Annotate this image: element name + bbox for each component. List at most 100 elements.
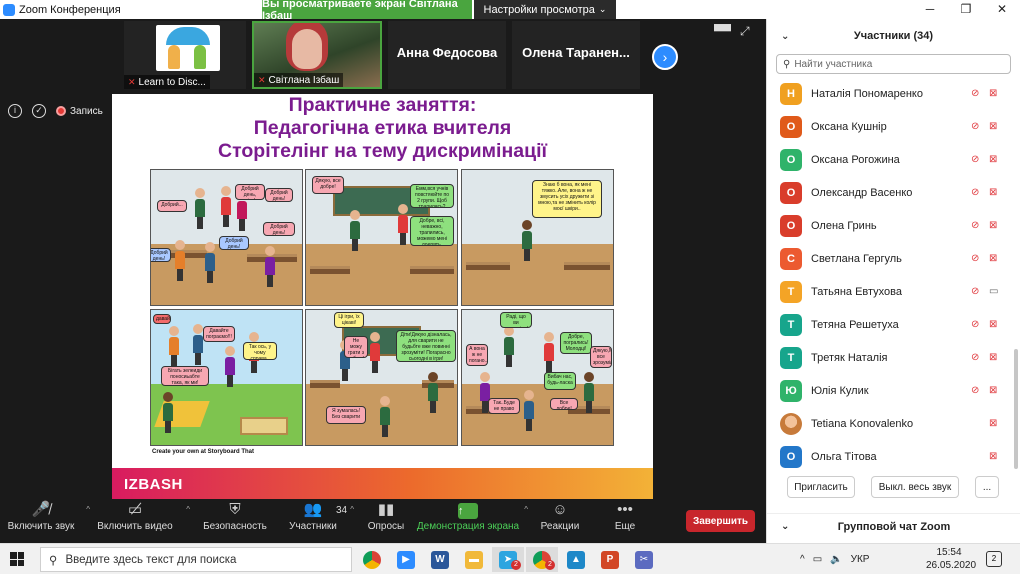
minimize-button[interactable]: ─ — [912, 0, 948, 19]
photos-icon[interactable]: ▲ — [560, 547, 592, 572]
app-badge: 2 — [511, 560, 521, 570]
participant-row[interactable]: О Ольга Тітова ⊠ — [767, 440, 1020, 473]
taskbar-clock[interactable]: 15:54 26.05.2020 — [926, 546, 976, 572]
participants-header: ⌄ Участники (34) — [767, 19, 1020, 53]
more-button[interactable]: ••• Еще — [600, 499, 650, 543]
comic-panel-5: Ці ігри, їх цікаві! Не можу грати з тобо… — [305, 309, 458, 446]
panel-more-button[interactable]: ... — [975, 476, 999, 498]
video-tile-anna[interactable]: Анна Федосова — [388, 21, 506, 89]
video-tile-svitlana[interactable]: ✕ Світлана Ізбаш — [252, 21, 382, 89]
muted-mic-icon: 🎤̸ — [31, 501, 51, 518]
brand-logo: IZBASH — [124, 476, 183, 493]
reactions-button[interactable]: ☺ Реакции — [532, 499, 588, 543]
participant-name: Олександр Васенко — [811, 186, 913, 199]
zoom-logo-icon — [3, 3, 15, 16]
chevron-down-icon[interactable]: ⌄ — [781, 521, 789, 532]
taskbar-search-placeholder: Введите здесь текст для поиска — [65, 553, 237, 566]
participant-row[interactable]: Н Наталія Пономаренко ⊘ ⊠ — [767, 77, 1020, 110]
participant-row[interactable]: О Оксана Кушнір ⊘ ⊠ — [767, 110, 1020, 143]
language-indicator[interactable]: УКР — [851, 554, 870, 565]
end-meeting-button[interactable]: Завершить — [686, 510, 755, 532]
avatar: О — [780, 148, 802, 171]
unmute-button[interactable]: 🎤̸ Включить звук ^ — [0, 499, 90, 543]
video-tile-learn[interactable]: ✕ Learn to Disc... — [124, 21, 246, 89]
video-off-icon: ⊠ — [989, 418, 998, 429]
maximize-button[interactable]: ❐ — [948, 0, 984, 19]
mute-all-button[interactable]: Выкл. весь звук — [871, 476, 959, 498]
recording-indicator[interactable]: Запись — [56, 106, 103, 117]
video-tile-olena[interactable]: Олена Таранен... — [512, 21, 640, 89]
participant-row[interactable]: О Оксана Рогожина ⊘ ⊠ — [767, 143, 1020, 176]
chat-header[interactable]: ⌄ Групповой чат Zoom — [767, 513, 1020, 539]
avatar: Т — [780, 346, 802, 369]
windows-taskbar: ⚲ Введите здесь текст для поиска ▶ W ▬ ➤ 2 2 ▲… — [0, 543, 1020, 574]
app-glyph: ✂ — [635, 550, 653, 569]
video-off-icon: ⊠ — [989, 88, 998, 99]
chevron-down-icon[interactable]: ⌄ — [781, 31, 789, 42]
invite-button[interactable]: Пригласить — [787, 476, 855, 498]
view-options-label: Настройки просмотра — [483, 3, 595, 16]
record-dot-icon — [56, 106, 66, 116]
participant-name: Юлія Кулик — [811, 384, 869, 397]
participant-name: Тетяна Решетуха — [811, 318, 899, 331]
avatar: О — [780, 445, 802, 468]
chevron-up-icon[interactable]: ^ — [350, 505, 354, 514]
start-video-button[interactable]: ▭̸ Включить видео ^ — [88, 499, 190, 543]
participant-row[interactable]: О Олена Гринь ⊘ ⊠ — [767, 209, 1020, 242]
participants-button[interactable]: 👥 34 Участники ^ — [280, 499, 354, 543]
chevron-right-icon[interactable]: › — [652, 44, 678, 70]
participant-row[interactable]: Т Третяк Наталія ⊘ ⊠ — [767, 341, 1020, 374]
zoom-icon[interactable]: ▶ — [390, 547, 422, 572]
telegram-icon[interactable]: ➤ 2 — [492, 547, 524, 572]
participant-name: Tetiana Konovalenko — [811, 417, 914, 430]
chrome2-icon[interactable]: 2 — [526, 547, 558, 572]
participant-row[interactable]: С Светлана Гергуль ⊘ ⊠ — [767, 242, 1020, 275]
tile-name: Олена Таранен... — [522, 45, 630, 60]
video-off-icon: ⊠ — [989, 319, 998, 330]
storyboard-credit: Create your own at Storyboard That — [152, 449, 255, 455]
panel-buttons: Пригласить Выкл. весь звук ... — [767, 476, 1020, 498]
explorer-icon[interactable]: ▬ — [458, 547, 490, 572]
participant-row[interactable]: Tetiana Konovalenko ⊠ — [767, 407, 1020, 440]
participant-row[interactable]: Т Тетяна Решетуха ⊘ ⊠ — [767, 308, 1020, 341]
volume-icon[interactable]: 🔈 — [830, 554, 842, 565]
share-screen-icon: ↑ — [458, 499, 478, 521]
snip-icon[interactable]: ✂ — [628, 547, 660, 572]
participant-row[interactable]: Ю Юлія Кулик ⊘ ⊠ — [767, 374, 1020, 407]
share-screen-button[interactable]: ↑ Демонстрация экрана ^ — [416, 499, 528, 543]
share-banner: Вы просматриваете экран Світлана Ізбаш — [262, 0, 472, 22]
participant-row[interactable]: Т Татьяна Евтухова ⊘ ▭ — [767, 275, 1020, 308]
security-button[interactable]: ⛨ Безопасность — [196, 499, 274, 543]
polls-button[interactable]: ▮▮ Опросы — [358, 499, 414, 543]
muted-mic-icon: ⊘ — [971, 352, 980, 363]
tray-chevron-icon[interactable]: ^ — [800, 554, 805, 565]
participants-count: 34 — [336, 505, 348, 516]
participant-list-scrollbar[interactable] — [1014, 349, 1018, 469]
shield-check-icon[interactable]: ✓ — [32, 104, 46, 118]
participants-panel: ⌄ Участники (34) ⚲ Найти участника Н Ната… — [766, 19, 1020, 543]
chrome-icon[interactable] — [356, 547, 388, 572]
gallery-view-icon[interactable]: ▀▀ — [714, 24, 731, 38]
participant-search-input[interactable]: ⚲ Найти участника — [776, 54, 1011, 74]
system-tray: ^ ▭ 🔈 УКР — [800, 544, 869, 574]
participant-row[interactable]: О Олександр Васенко ⊘ ⊠ — [767, 176, 1020, 209]
info-icon[interactable]: i — [8, 104, 22, 118]
tile-name: Анна Федосова — [396, 45, 498, 60]
unmute-label: Включить звук — [7, 521, 75, 532]
taskbar-search-input[interactable]: ⚲ Введите здесь текст для поиска — [40, 547, 352, 572]
recording-label: Запись — [70, 105, 103, 117]
fullscreen-icon[interactable]: ⤢ — [740, 24, 750, 39]
windows-start-icon[interactable] — [10, 552, 24, 566]
view-options-button[interactable]: Настройки просмотра ⌄ — [474, 0, 616, 19]
chevron-up-icon[interactable]: ^ — [186, 505, 190, 514]
powerpoint-icon[interactable]: P — [594, 547, 626, 572]
notification-icon[interactable]: 2 — [986, 551, 1002, 567]
network-icon[interactable]: ▭ — [813, 554, 822, 565]
word-icon[interactable]: W — [424, 547, 456, 572]
avatar: Т — [780, 313, 802, 336]
shared-slide: Практичне заняття: Педагогічна етика вчи… — [112, 94, 653, 499]
chevron-up-icon[interactable]: ^ — [524, 505, 528, 514]
app-glyph: W — [431, 550, 449, 569]
close-button[interactable]: ✕ — [984, 0, 1020, 19]
comic-panel-3: Знаю б вона, як мені тяжко..Але, вона ж … — [461, 169, 614, 306]
